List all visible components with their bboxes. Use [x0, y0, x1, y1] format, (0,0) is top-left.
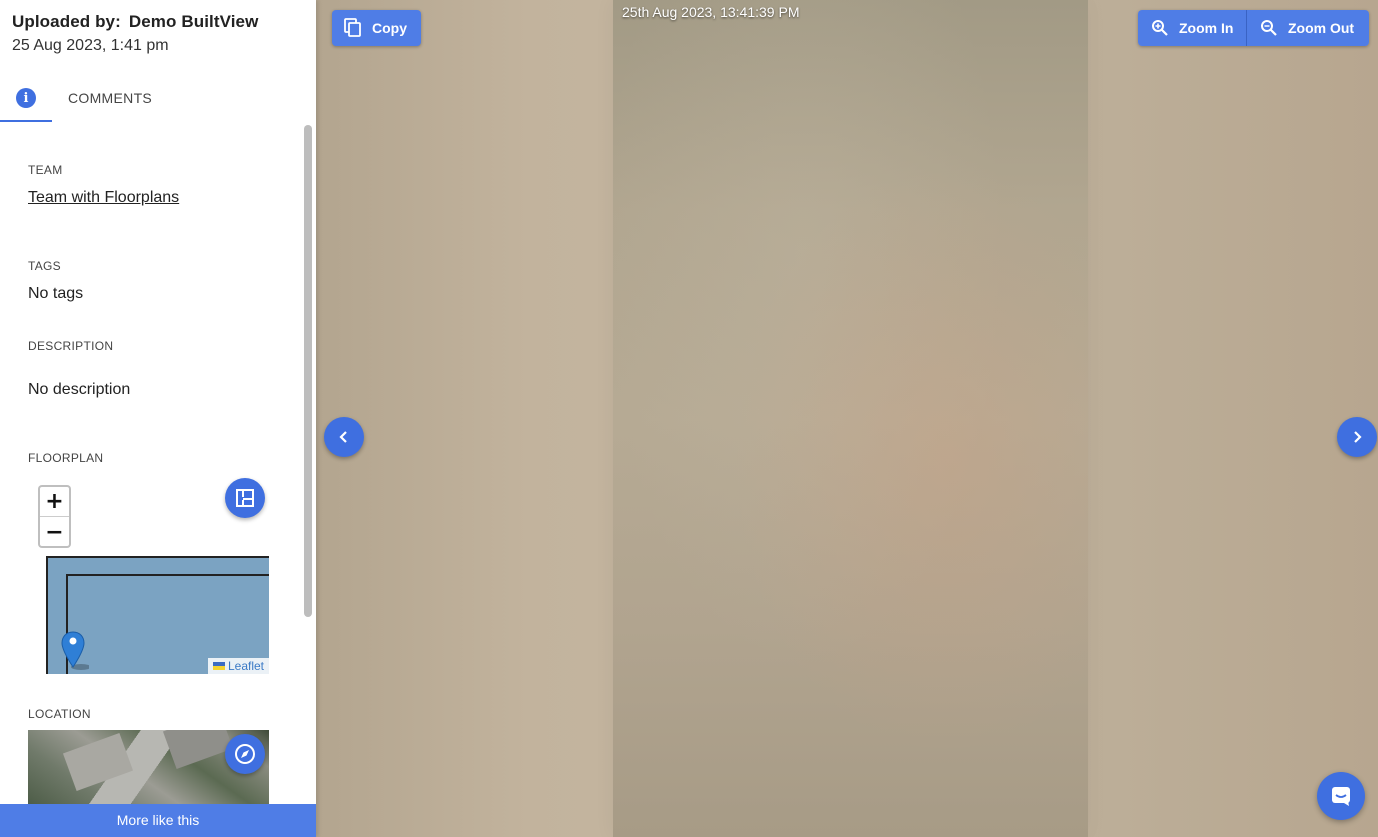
tags-value: No tags: [28, 285, 84, 302]
description-label: DESCRIPTION: [28, 339, 114, 353]
zoom-button-group: Zoom In Zoom Out: [1138, 10, 1369, 46]
copy-label: Copy: [372, 20, 407, 36]
details-scroll-area[interactable]: TEAM Team with Floorplans TAGS No tags D…: [0, 122, 301, 804]
map-marker-icon[interactable]: [61, 631, 89, 671]
uploaded-by: Uploaded by: Demo BuiltView: [12, 12, 258, 32]
zoom-out-icon: [1261, 20, 1277, 36]
chat-icon: [1332, 787, 1350, 806]
zoom-in-button[interactable]: Zoom In: [1138, 10, 1247, 46]
map-zoom-out-button[interactable]: −: [40, 517, 69, 547]
info-icon: i: [16, 88, 36, 108]
tab-comments[interactable]: COMMENTS: [68, 76, 152, 122]
tags-label: TAGS: [28, 259, 61, 273]
zoom-out-label: Zoom Out: [1288, 20, 1355, 36]
location-compass-button[interactable]: [225, 734, 265, 774]
location-label: LOCATION: [28, 707, 91, 721]
map-zoom-in-button[interactable]: +: [40, 487, 69, 517]
team-label: TEAM: [28, 163, 63, 177]
previous-image-button[interactable]: [324, 417, 364, 457]
description-value: No description: [28, 381, 131, 398]
compass-icon: [235, 744, 255, 764]
uploaded-by-label: Uploaded by:: [12, 12, 121, 31]
chevron-right-icon: [1354, 431, 1362, 443]
details-panel: Uploaded by: Demo BuiltView 25 Aug 2023, …: [0, 0, 316, 837]
image-viewer[interactable]: 25th Aug 2023, 13:41:39 PM Copy Zoom In …: [316, 0, 1378, 837]
next-image-button[interactable]: [1337, 417, 1377, 457]
upload-date: 25 Aug 2023, 1:41 pm: [12, 37, 169, 54]
ukraine-flag-icon: [212, 662, 225, 670]
chevron-left-icon: [339, 431, 347, 443]
copy-button[interactable]: Copy: [332, 10, 421, 46]
floorplan-view-button[interactable]: [225, 478, 265, 518]
panel-scrollbar[interactable]: [304, 125, 312, 617]
zoom-in-label: Zoom In: [1179, 20, 1234, 36]
map-attribution[interactable]: Leaflet: [207, 658, 269, 674]
panel-tabs: i COMMENTS: [0, 76, 316, 122]
more-like-this-button[interactable]: More like this: [0, 804, 316, 837]
zoom-in-icon: [1152, 20, 1168, 36]
floorplan-label: FLOORPLAN: [28, 451, 104, 465]
copy-icon: [344, 18, 361, 37]
satellite-roof: [162, 730, 234, 770]
photo-timestamp: 25th Aug 2023, 13:41:39 PM: [622, 4, 800, 20]
map-zoom-control: + −: [38, 485, 71, 548]
chat-support-button[interactable]: [1317, 772, 1365, 820]
satellite-roof: [62, 732, 134, 792]
floorplan-icon: [236, 489, 254, 507]
wall-photo: [613, 0, 1088, 837]
leaflet-link[interactable]: Leaflet: [228, 659, 264, 673]
uploaded-by-name: Demo BuiltView: [128, 12, 259, 31]
team-link[interactable]: Team with Floorplans: [28, 189, 179, 207]
tab-info[interactable]: i: [0, 76, 52, 122]
zoom-out-button[interactable]: Zoom Out: [1247, 10, 1369, 46]
